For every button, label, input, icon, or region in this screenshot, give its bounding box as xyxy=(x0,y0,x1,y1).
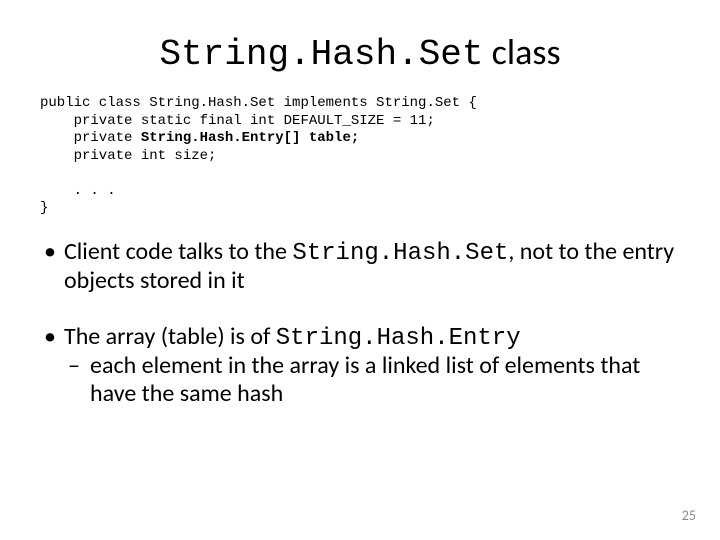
bullet-mono: String.Hash.Entry xyxy=(276,325,521,352)
title-rest: class xyxy=(484,30,561,74)
code-bold: String.Hash.Entry[] table; xyxy=(141,130,359,146)
bullet-item: Client code talks to the String.Hash.Set… xyxy=(40,238,680,295)
bullet-text: Client code talks to the xyxy=(64,237,292,266)
sub-bullet-text: each element in the array is a linked li… xyxy=(90,351,640,408)
bullet-text: The array (table) is of xyxy=(64,322,276,351)
bullet-list: Client code talks to the String.Hash.Set… xyxy=(40,238,680,408)
code-line: } xyxy=(40,200,48,216)
code-line: private xyxy=(40,130,141,146)
code-line: private int size; xyxy=(40,148,216,164)
sub-bullet-item: each element in the array is a linked li… xyxy=(64,352,680,407)
code-line: . . . xyxy=(40,183,116,199)
slide: String.Hash.Set class public class Strin… xyxy=(0,0,720,540)
sub-list: each element in the array is a linked li… xyxy=(64,352,680,407)
code-line: public class String.Hash.Set implements … xyxy=(40,95,477,111)
page-number: 25 xyxy=(682,507,696,524)
code-line: private static final int DEFAULT_SIZE = … xyxy=(40,113,435,129)
bullet-item: The array (table) is of String.Hash.Entr… xyxy=(40,323,680,408)
bullet-mono: String.Hash.Set xyxy=(292,240,508,267)
code-block: public class String.Hash.Set implements … xyxy=(40,95,680,218)
slide-title: String.Hash.Set class xyxy=(40,30,680,75)
title-mono: String.Hash.Set xyxy=(159,34,483,75)
